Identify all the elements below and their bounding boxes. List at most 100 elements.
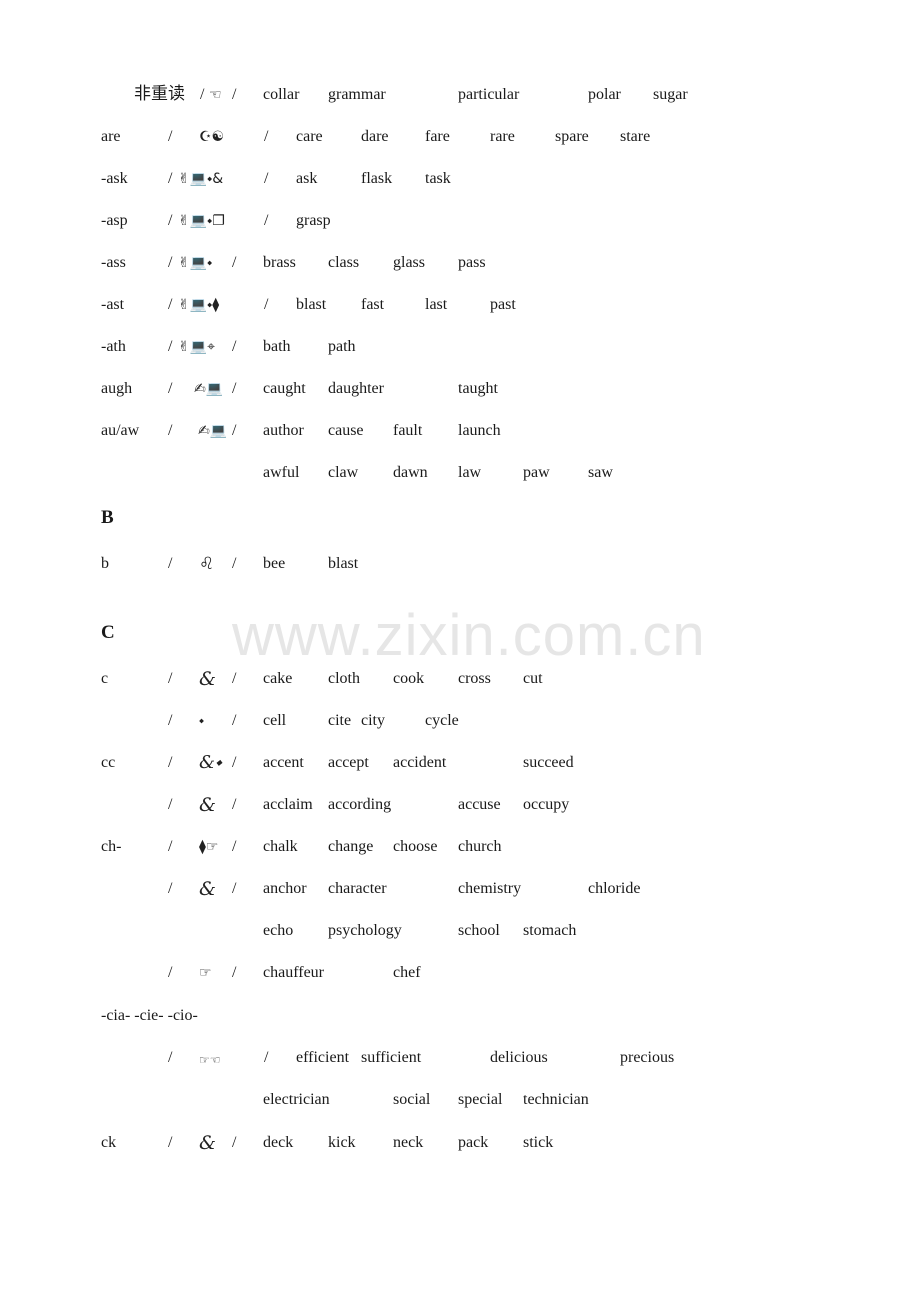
row-label: -asp [101, 212, 128, 229]
phonetic-symbol: ✍💻 [194, 381, 224, 397]
phonics-row: / ⬩ / cell cite city cycle [0, 711, 920, 735]
example-word: spare [555, 128, 589, 145]
slash-close: / [264, 128, 269, 145]
slash-close: / [232, 254, 237, 271]
row-label: ck [101, 1134, 117, 1151]
slash-open: / [168, 838, 173, 855]
phonics-row: echo psychology school stomach [0, 921, 920, 945]
example-word: author [263, 422, 304, 439]
example-word: sufficient [361, 1049, 422, 1066]
phonetic-symbol: ✌💻⬩& [178, 171, 224, 187]
row-label: -ask [101, 170, 128, 187]
example-word: cut [523, 670, 543, 687]
example-word: particular [458, 86, 520, 103]
example-word: launch [458, 422, 501, 439]
phonics-row: -cia- -cie- -cio- [0, 1006, 920, 1030]
example-word: dawn [393, 464, 428, 481]
section-heading-c: C [101, 622, 115, 643]
slash-open: / [200, 86, 205, 103]
example-word: according [328, 796, 392, 813]
phonics-row: au/aw / ✍💻 / author cause fault launch [0, 421, 920, 445]
example-word: echo [263, 922, 294, 939]
example-word: kick [328, 1134, 356, 1151]
slash-close: / [264, 1049, 269, 1066]
example-word: acclaim [263, 796, 313, 813]
phonetic-symbol: ✌💻⌖ [178, 339, 216, 355]
phonics-row: 非重读 / ☜ / collar grammar particular pola… [0, 84, 920, 109]
example-word: brass [263, 254, 296, 271]
example-word: sugar [653, 86, 688, 103]
slash-close: / [232, 1134, 237, 1151]
phonics-row: electrician social special technician [0, 1090, 920, 1114]
example-word: church [458, 838, 502, 855]
slash-close: / [232, 754, 237, 771]
example-word: stare [620, 128, 651, 145]
phonetic-symbol: ♌ [199, 554, 215, 574]
example-word: cell [263, 712, 287, 729]
example-word: law [458, 464, 482, 481]
example-word: fast [361, 296, 385, 313]
phonetic-symbol: ☞☜ [199, 1053, 221, 1067]
example-word: collar [263, 86, 300, 103]
example-word: chemistry [458, 880, 522, 897]
example-word: blast [296, 296, 327, 313]
example-word: ask [296, 170, 318, 187]
example-word: polar [588, 86, 621, 103]
slash-open: / [168, 212, 173, 229]
row-label: 非重读 [134, 84, 185, 104]
example-word: cycle [425, 712, 459, 729]
slash-open: / [168, 296, 173, 313]
example-word: accident [393, 754, 447, 771]
slash-open: / [168, 880, 173, 897]
phonics-row: ch- / ⧫☞ / chalk change choose church [0, 837, 920, 861]
example-word: psychology [328, 922, 402, 939]
example-word: claw [328, 464, 359, 481]
example-word: accent [263, 754, 304, 771]
phonics-row: / ☞☜ / efficient sufficient delicious pr… [0, 1048, 920, 1072]
example-word: character [328, 880, 387, 897]
example-word: rare [490, 128, 515, 145]
phonetic-symbol: & [199, 668, 216, 690]
phonetic-symbol: ✌💻⬩ [178, 255, 213, 271]
example-word: grammar [328, 86, 386, 103]
slash-open: / [168, 422, 173, 439]
phonics-row: b / ♌ / bee blast [0, 554, 920, 578]
row-label: -cia- -cie- -cio- [101, 1007, 198, 1024]
phonics-row: c / & / cake cloth cook cross cut [0, 669, 920, 693]
slash-open: / [168, 254, 173, 271]
section-heading-b: B [101, 507, 114, 528]
phonics-row: augh / ✍💻 / caught daughter taught [0, 379, 920, 403]
phonics-row: ck / & / deck kick neck pack stick [0, 1133, 920, 1157]
phonics-row: / & / acclaim according accuse occupy [0, 795, 920, 819]
phonics-row: / ☞ / chauffeur chef [0, 963, 920, 987]
example-word: anchor [263, 880, 307, 897]
row-label: -ast [101, 296, 125, 313]
watermark: www.zixin.com.cn [232, 603, 706, 668]
slash-close: / [232, 712, 237, 729]
slash-close: / [232, 555, 237, 572]
slash-open: / [168, 1134, 173, 1151]
phonetic-symbol: ⬩ [199, 713, 205, 729]
phonetic-symbol: ☜ [209, 87, 222, 103]
example-word: task [425, 170, 451, 187]
slash-close: / [264, 212, 269, 229]
example-word: glass [393, 254, 425, 271]
example-word: efficient [296, 1049, 350, 1066]
row-label: -ath [101, 338, 126, 355]
phonics-row: -ass / ✌💻⬩ / brass class glass pass [0, 253, 920, 277]
example-word: fare [425, 128, 450, 145]
example-word: delicious [490, 1049, 548, 1066]
slash-close: / [232, 796, 237, 813]
row-label: b [101, 555, 109, 572]
document-page: www.zixin.com.cn 非重读 / ☜ / collar gramma… [0, 0, 920, 1302]
example-word: caught [263, 380, 306, 397]
row-label: -ass [101, 254, 126, 271]
slash-open: / [168, 670, 173, 687]
example-word: cloth [328, 670, 360, 687]
phonetic-symbol: ✌💻⬩❐ [178, 213, 225, 229]
example-word: pack [458, 1134, 489, 1151]
example-word: saw [588, 464, 613, 481]
slash-open: / [168, 796, 173, 813]
phonetic-symbol: ☞ [199, 965, 212, 981]
phonics-row: cc / &⬩ / accent accept accident succeed [0, 753, 920, 777]
